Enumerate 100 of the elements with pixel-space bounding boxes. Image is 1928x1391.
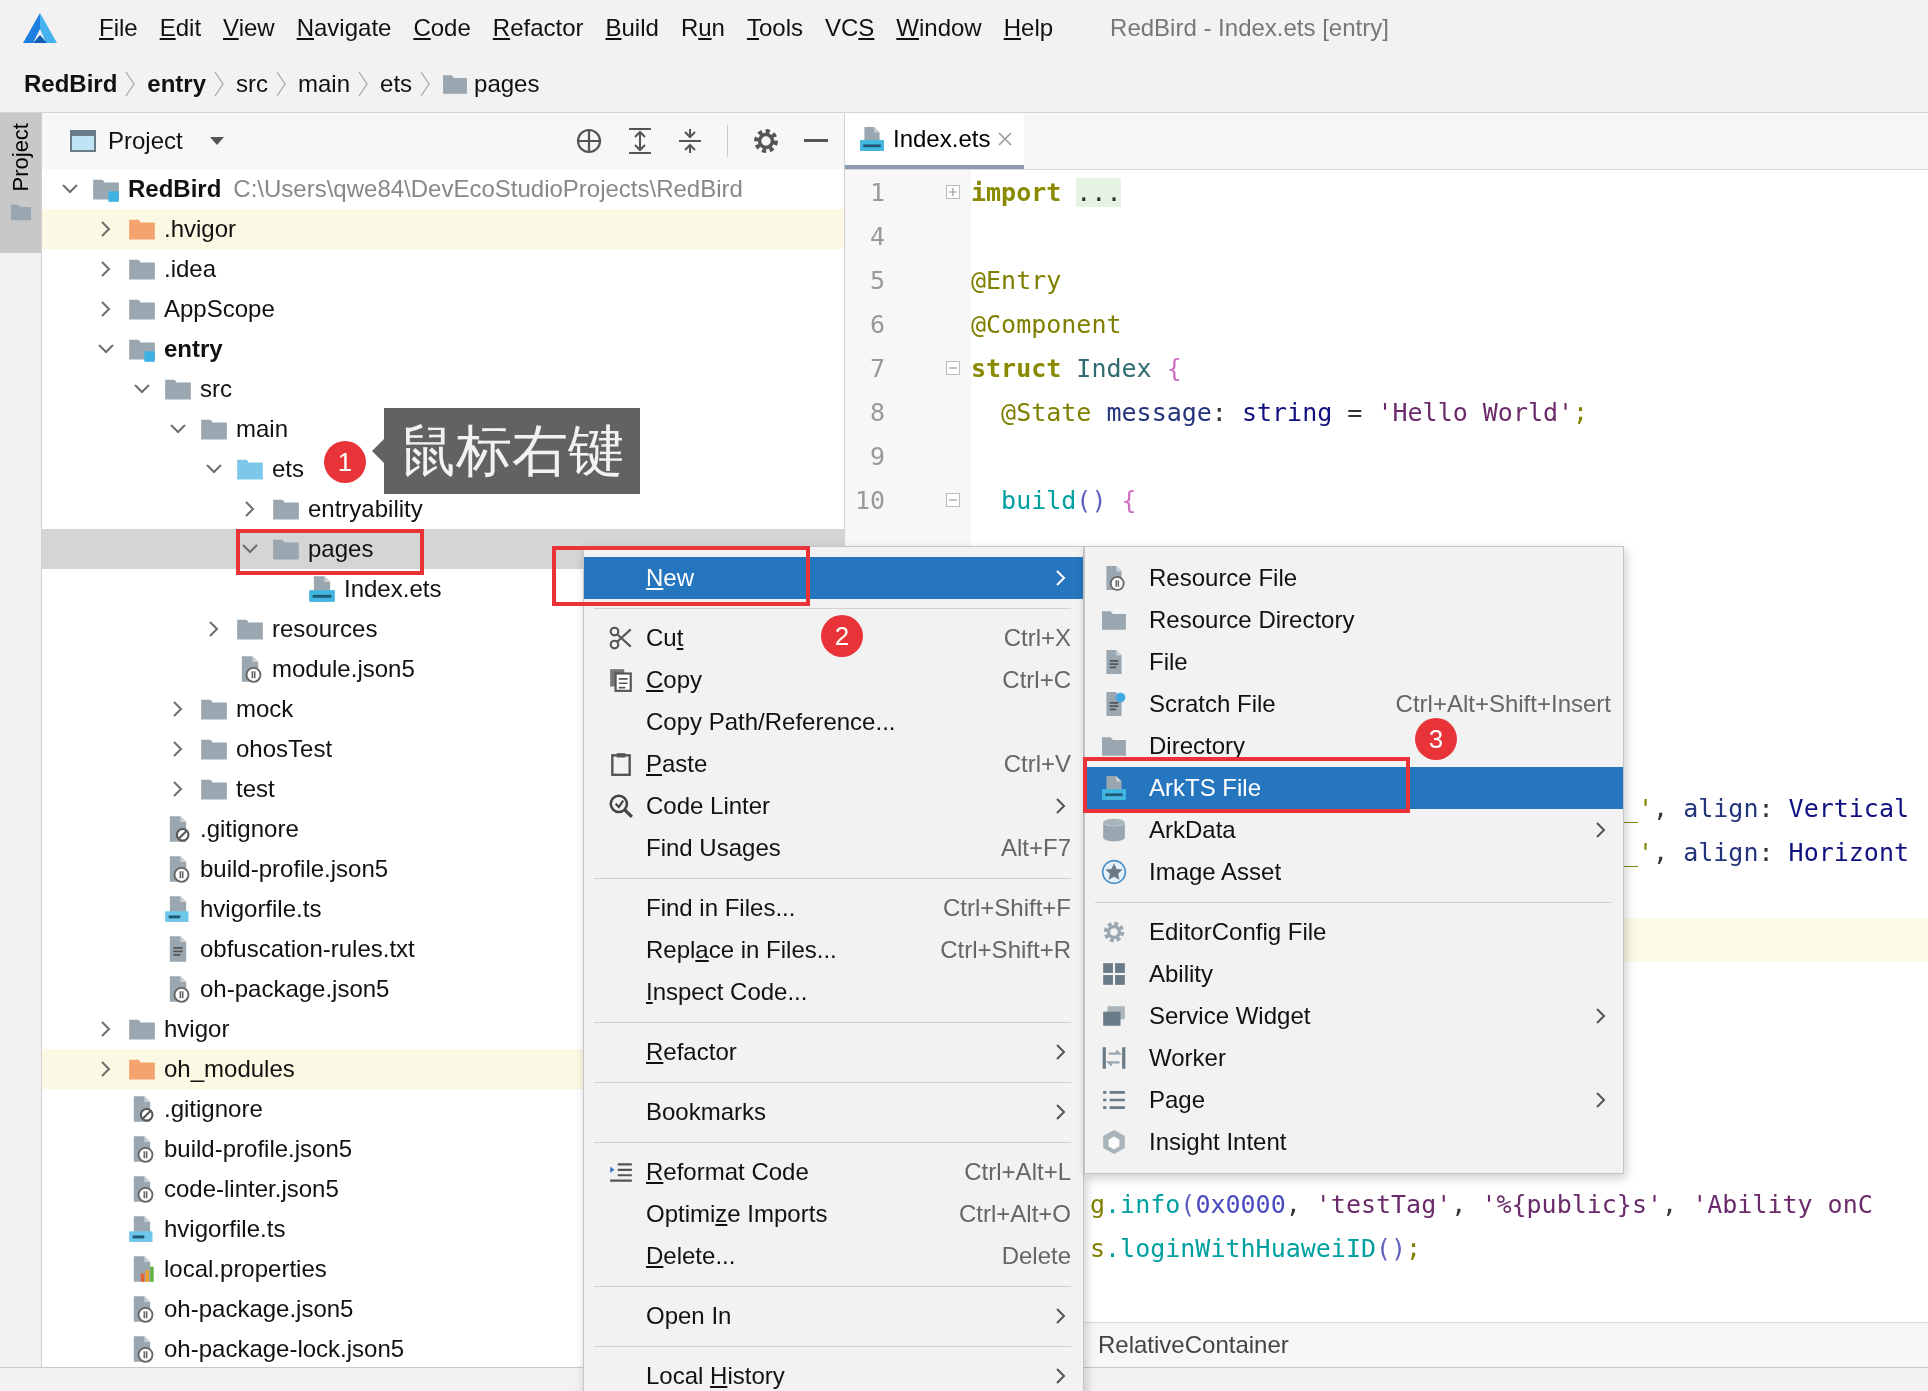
menu-bar-item[interactable]: Refactor: [481, 10, 595, 46]
tree-item[interactable]: Index.ets: [42, 569, 442, 609]
caret-down-icon[interactable]: [208, 136, 225, 146]
menu-item[interactable]: Cut: [646, 624, 684, 652]
breadcrumb-separator-icon: [276, 71, 287, 97]
line-number: 7: [868, 353, 885, 383]
code-line: import ...: [971, 177, 1122, 207]
collapse-all-icon[interactable]: [677, 127, 703, 155]
breadcrumb-item[interactable]: main: [298, 70, 351, 98]
code-line: build() {: [1000, 485, 1137, 515]
menu-item[interactable]: Service Widget: [1149, 1002, 1311, 1030]
menu-bar-item[interactable]: Tools: [735, 10, 814, 46]
menu-item[interactable]: Find in Files...: [646, 894, 796, 922]
minimize-icon[interactable]: [804, 138, 828, 144]
tree-item[interactable]: oh-package-lock.json5: [42, 1329, 405, 1367]
menu-bar-item[interactable]: Run: [669, 10, 736, 46]
menu-bar-item[interactable]: Navigate: [285, 10, 403, 46]
menu-item[interactable]: Copy: [646, 666, 703, 694]
shortcut-text: Ctrl+Shift+F: [942, 894, 1071, 922]
tree-item[interactable]: build-profile.json5: [42, 1129, 353, 1169]
menu-item[interactable]: ArkData: [1149, 816, 1236, 844]
tree-item[interactable]: entry: [42, 329, 223, 369]
tree-item[interactable]: hvigorfile.ts: [42, 1209, 286, 1249]
menu-item[interactable]: ArkTS File: [1085, 767, 1623, 809]
breadcrumb-separator-icon: [125, 71, 136, 97]
tree-item[interactable]: .idea: [42, 249, 217, 289]
line-number: 10: [853, 485, 885, 515]
menu-bar-item[interactable]: Code: [402, 10, 482, 46]
breadcrumb-item[interactable]: entry: [147, 70, 207, 98]
menu-item[interactable]: Scratch File: [1149, 690, 1276, 718]
editor-breadcrumb[interactable]: RelativeContainer: [1098, 1331, 1289, 1359]
shortcut-text: Ctrl+Alt+L: [964, 1158, 1071, 1186]
menu-bar-item[interactable]: Help: [992, 10, 1065, 46]
menu-item[interactable]: Resource File: [1149, 564, 1298, 592]
line-number: 8: [868, 397, 885, 427]
code-line: @Component: [971, 309, 1122, 339]
tree-item[interactable]: obfuscation-rules.txt: [42, 929, 415, 969]
menu-item[interactable]: Optimize Imports: [646, 1200, 828, 1228]
tree-item[interactable]: code-linter.json5: [42, 1169, 339, 1209]
panel-title[interactable]: Project: [108, 127, 183, 155]
menu-item[interactable]: Copy Path/Reference...: [646, 708, 896, 736]
tree-item[interactable]: src: [42, 369, 232, 409]
menu-bar-item[interactable]: Edit: [148, 10, 213, 46]
menu-item[interactable]: Directory: [1149, 732, 1245, 760]
menu-item[interactable]: Find Usages: [646, 834, 781, 862]
project-tab[interactable]: Project: [0, 113, 41, 253]
menu-item[interactable]: Resource Directory: [1149, 606, 1355, 634]
menu-bar-item[interactable]: Window: [885, 10, 993, 46]
tree-item[interactable]: AppScope: [42, 289, 275, 329]
code-line: _', align: Vertical: [1623, 793, 1909, 823]
tree-item[interactable]: oh-package.json5: [42, 1289, 354, 1329]
breadcrumb-item[interactable]: src: [236, 70, 269, 98]
tree-item[interactable]: hvigorfile.ts: [42, 889, 322, 929]
menu-item[interactable]: Replace in Files...: [646, 936, 837, 964]
tree-item[interactable]: mock: [42, 689, 294, 729]
menu-bar-item[interactable]: File: [88, 10, 149, 46]
tree-item[interactable]: resources: [42, 609, 378, 649]
crosshair-icon[interactable]: [575, 127, 603, 155]
tree-item[interactable]: .gitignore: [42, 809, 299, 849]
breadcrumb-item[interactable]: RedBird: [24, 70, 118, 98]
menu-item[interactable]: Image Asset: [1149, 858, 1282, 886]
menu-item[interactable]: Insight Intent: [1149, 1128, 1287, 1156]
close-icon[interactable]: [998, 132, 1013, 146]
tree-item[interactable]: module.json5: [42, 649, 415, 689]
tree-item[interactable]: test: [42, 769, 275, 809]
menu-bar-item[interactable]: VCS: [813, 10, 886, 46]
menu-item[interactable]: Bookmarks: [646, 1098, 767, 1126]
menu-item[interactable]: File: [1149, 648, 1188, 676]
shortcut-text: Alt+F7: [1000, 834, 1071, 862]
menu-item[interactable]: Open In: [646, 1302, 732, 1330]
menu-item[interactable]: EditorConfig File: [1149, 918, 1327, 946]
menu-bar-item[interactable]: Build: [594, 10, 670, 46]
expand-all-icon[interactable]: [627, 127, 653, 155]
tree-item[interactable]: build-profile.json5: [42, 849, 389, 889]
tree-item[interactable]: main: [42, 409, 289, 449]
tree-item[interactable]: RedBird C:\Users\qwe84\DevEcoStudioProjects\RedBird: [42, 169, 743, 209]
menu-item[interactable]: Local History: [646, 1362, 785, 1390]
menu-item[interactable]: Reformat Code: [646, 1158, 809, 1186]
tree-item[interactable]: hvigor: [42, 1009, 230, 1049]
tree-item[interactable]: ohosTest: [42, 729, 333, 769]
menu-item[interactable]: New: [584, 557, 1083, 599]
tree-item[interactable]: ets: [42, 449, 304, 489]
tree-item[interactable]: local.properties: [42, 1249, 327, 1289]
logo-icon: [22, 12, 58, 44]
breadcrumb-item[interactable]: ets: [380, 70, 413, 98]
menu-item[interactable]: Paste: [646, 750, 708, 778]
menu-bar-item[interactable]: View: [212, 10, 286, 46]
tree-item[interactable]: .gitignore: [42, 1089, 263, 1129]
menu-item[interactable]: Worker: [1149, 1044, 1226, 1072]
menu-item[interactable]: Page: [1149, 1086, 1206, 1114]
menu-item[interactable]: Inspect Code...: [646, 978, 808, 1006]
tree-item[interactable]: oh-package.json5: [42, 969, 390, 1009]
menu-item[interactable]: Delete...: [646, 1242, 736, 1270]
copy-icon: [608, 667, 634, 693]
menu-item[interactable]: Code Linter: [646, 792, 771, 820]
menu-item[interactable]: Ability: [1149, 960, 1214, 988]
editor-tab[interactable]: Index.ets: [845, 113, 1025, 169]
tree-item[interactable]: .hvigor: [42, 209, 844, 249]
breadcrumb-item[interactable]: pages: [474, 70, 540, 98]
settings-icon[interactable]: [752, 127, 780, 155]
